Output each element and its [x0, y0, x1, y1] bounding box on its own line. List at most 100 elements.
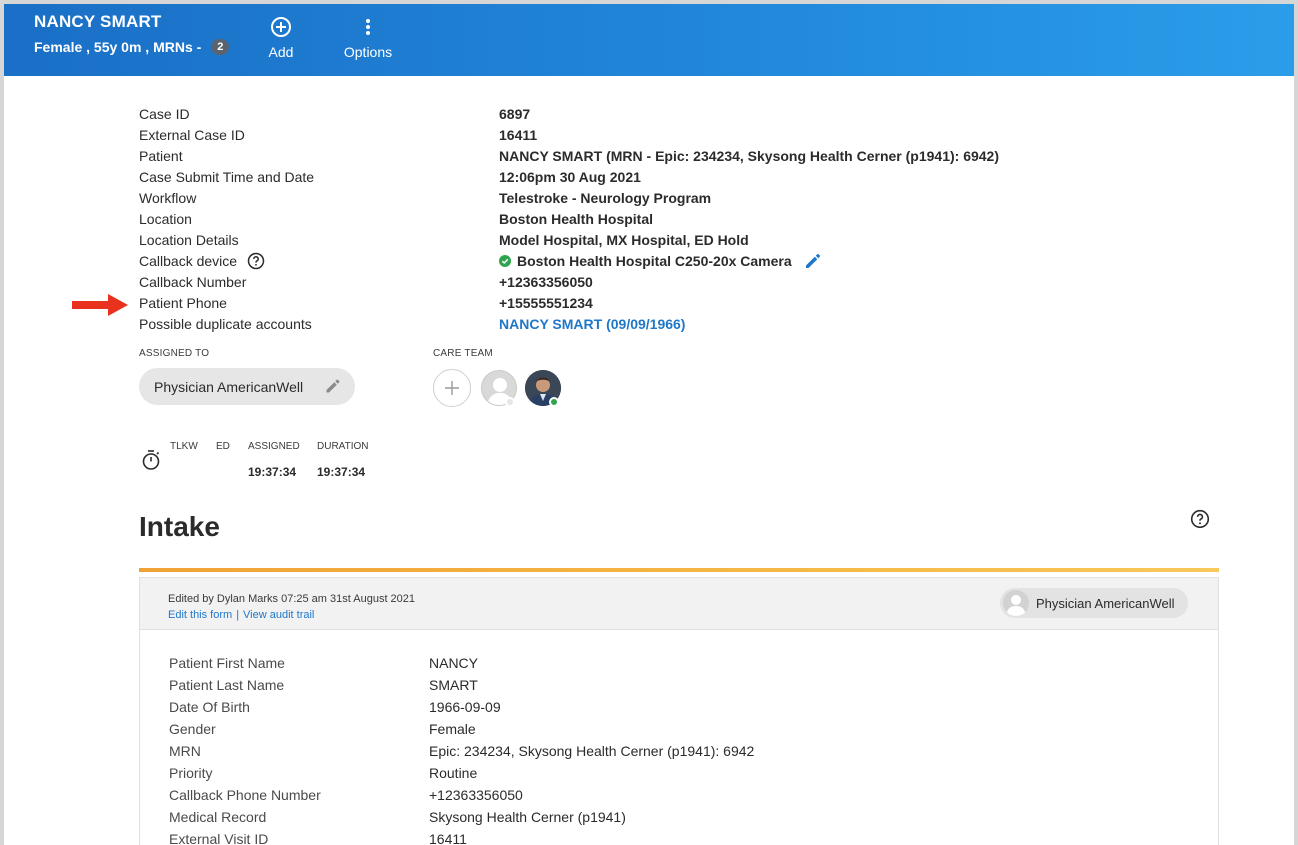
assigned-to-pill[interactable]: Physician AmericanWell	[139, 368, 355, 405]
intake-field-value: 1966-09-09	[429, 699, 501, 715]
pencil-icon[interactable]	[804, 252, 822, 270]
patient-phone-label: Patient Phone	[139, 294, 227, 311]
vertical-dots-icon	[333, 16, 403, 38]
callback-number-value: +12363356050	[499, 273, 593, 290]
intake-row: MRN Epic: 234234, Skysong Health Cerner …	[169, 740, 1169, 762]
patient-phone-value: +15555551234	[499, 294, 593, 311]
intake-card-header: Edited by Dylan Marks 07:25 am 31st Augu…	[140, 578, 1218, 630]
intake-row: Medical Record Skysong Health Cerner (p1…	[169, 806, 1169, 828]
workflow-row: Workflow Telestroke - Neurology Program	[139, 187, 1139, 208]
duplicate-account-link[interactable]: NANCY SMART (09/09/1966)	[499, 316, 685, 332]
case-details: Case ID 6897 External Case ID 16411 Pati…	[139, 103, 1139, 334]
patient-label: Patient	[139, 147, 183, 164]
intake-field-label: Gender	[169, 721, 216, 737]
location-row: Location Boston Health Hospital	[139, 208, 1139, 229]
add-button[interactable]: Add	[246, 16, 316, 60]
duplicate-accounts-label: Possible duplicate accounts	[139, 315, 312, 332]
intake-field-label: Patient Last Name	[169, 677, 285, 693]
intake-row: Patient First Name NANCY	[169, 652, 1169, 674]
person-silhouette-icon	[1006, 595, 1026, 616]
add-care-team-button[interactable]	[433, 369, 471, 407]
patient-value: NANCY SMART (MRN - Epic: 234234, Skysong…	[499, 147, 999, 164]
callback-device-row: Callback device Boston Health Hospital C…	[139, 250, 1139, 271]
edit-form-link[interactable]: Edit this form	[168, 609, 232, 621]
options-button[interactable]: Options	[333, 16, 403, 60]
intake-field-label: Priority	[169, 765, 213, 781]
options-label: Options	[343, 44, 393, 60]
intake-field-value: Female	[429, 721, 476, 737]
intake-row: Callback Phone Number +12363356050	[169, 784, 1169, 806]
callback-device-label-wrap: Callback device	[139, 252, 499, 270]
offline-status-dot	[505, 397, 515, 407]
intake-form-card: Edited by Dylan Marks 07:25 am 31st Augu…	[139, 577, 1219, 845]
location-details-label: Location Details	[139, 231, 239, 248]
patient-demographics: Female , 55y 0m , MRNs -	[34, 39, 202, 55]
intake-field-value: 16411	[429, 831, 467, 845]
plus-icon	[445, 381, 459, 395]
mrn-count-badge[interactable]: 2	[211, 39, 230, 55]
pencil-icon[interactable]	[325, 378, 341, 394]
app-window: NANCY SMART Female , 55y 0m , MRNs - 2 A…	[0, 0, 1298, 845]
intake-row: Gender Female	[169, 718, 1169, 740]
patient-meta: Female , 55y 0m , MRNs - 2	[34, 39, 230, 55]
red-arrow-icon	[72, 294, 128, 316]
duration-label: DURATION	[317, 441, 369, 452]
form-owner-pill[interactable]: Physician AmericanWell	[1000, 588, 1188, 618]
external-case-id-row: External Case ID 16411	[139, 124, 1139, 145]
stopwatch-icon	[142, 450, 160, 470]
patient-phone-row: Patient Phone +15555551234	[139, 292, 1139, 313]
intake-heading: Intake	[139, 511, 220, 542]
intake-row: Priority Routine	[169, 762, 1169, 784]
intake-field-label: Medical Record	[169, 809, 267, 825]
intake-field-label: Date Of Birth	[169, 699, 250, 715]
link-separator: |	[236, 609, 240, 621]
callback-number-label: Callback Number	[139, 273, 247, 290]
location-details-row: Location Details Model Hospital, MX Hosp…	[139, 229, 1139, 250]
edited-by-text: Edited by Dylan Marks 07:25 am 31st Augu…	[168, 593, 416, 605]
intake-field-label: External Visit ID	[169, 831, 269, 845]
ed-label: ED	[216, 441, 230, 452]
intake-field-value: Epic: 234234, Skysong Health Cerner (p19…	[429, 743, 755, 759]
location-value: Boston Health Hospital	[499, 210, 654, 227]
intake-row: External Visit ID 16411	[169, 828, 1169, 845]
intake-fields: Patient First Name NANCY Patient Last Na…	[169, 652, 1169, 845]
add-label: Add	[268, 44, 294, 60]
form-owner-name: Physician AmericanWell	[1036, 595, 1175, 611]
patient-header: NANCY SMART Female , 55y 0m , MRNs - 2 A…	[4, 4, 1294, 76]
callback-device-value-wrap: Boston Health Hospital C250-20x Camera	[499, 252, 822, 270]
workflow-label: Workflow	[139, 189, 197, 206]
intake-row: Patient Last Name SMART	[169, 674, 1169, 696]
question-circle-icon[interactable]	[1190, 509, 1210, 529]
callback-device-label: Callback device	[139, 252, 238, 269]
location-label: Location	[139, 210, 192, 227]
intake-field-label: Callback Phone Number	[169, 787, 321, 803]
intake-field-value: +12363356050	[429, 787, 523, 803]
assigned-to-label: ASSIGNED TO	[139, 348, 210, 359]
patient-row: Patient NANCY SMART (MRN - Epic: 234234,…	[139, 145, 1139, 166]
intake-field-value: Skysong Health Cerner (p1941)	[429, 809, 626, 825]
green-check-icon	[499, 254, 511, 267]
location-details-value: Model Hospital, MX Hospital, ED Hold	[499, 231, 749, 248]
owner-avatar	[1003, 590, 1029, 616]
case-id-label: Case ID	[139, 105, 190, 122]
assigned-timer-value: 19:37:34	[248, 465, 297, 479]
intake-card-links: Edit this form | View audit trail	[168, 609, 314, 621]
care-team-label: CARE TEAM	[433, 348, 493, 359]
callback-number-row: Callback Number +12363356050	[139, 271, 1139, 292]
question-circle-icon[interactable]	[247, 252, 265, 270]
case-id-row: Case ID 6897	[139, 103, 1139, 124]
audit-trail-link[interactable]: View audit trail	[243, 609, 314, 621]
duration-value: 19:37:34	[317, 465, 366, 479]
intake-accent-bar	[139, 568, 1219, 572]
intake-field-label: Patient First Name	[169, 655, 285, 671]
duplicate-accounts-row: Possible duplicate accounts NANCY SMART …	[139, 313, 1139, 334]
intake-row: Date Of Birth 1966-09-09	[169, 696, 1169, 718]
case-id-value: 6897	[499, 105, 531, 122]
tlkw-label: TLKW	[170, 441, 198, 452]
callback-device-value: Boston Health Hospital C250-20x Camera	[517, 252, 792, 269]
workflow-value: Telestroke - Neurology Program	[499, 189, 712, 206]
external-case-id-value: 16411	[499, 126, 538, 143]
plus-circle-icon	[246, 16, 316, 38]
intake-field-value: SMART	[429, 677, 478, 693]
submit-time-label: Case Submit Time and Date	[139, 168, 315, 185]
